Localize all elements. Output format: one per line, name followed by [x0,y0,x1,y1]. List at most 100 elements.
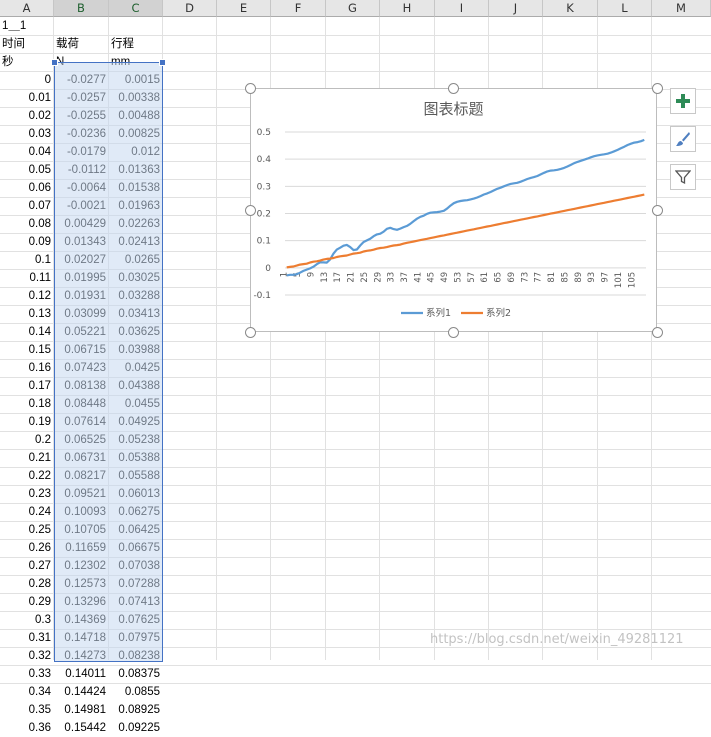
resize-handle-mr[interactable] [652,205,663,216]
x-tick-label: 9 [306,272,316,277]
column-header-c[interactable]: C [109,0,163,17]
cell-a26[interactable]: 0.22 [0,467,54,485]
column-header-g[interactable]: G [326,0,380,17]
cell-a20[interactable]: 0.16 [0,359,54,377]
cell-a33[interactable]: 0.29 [0,593,54,611]
x-tick-label: 41 [413,272,423,283]
column-header-j[interactable]: J [489,0,543,17]
chart-area[interactable]: 图表标题 0.5 0.4 0.3 0.2 0.1 0 -0.1 1 5 9 13 17 21 25 29 33… [250,88,657,332]
cell-a7[interactable]: 0.03 [0,125,54,143]
resize-handle-br[interactable] [652,327,663,338]
x-tick-label: 101 [614,272,624,288]
cell-a40[interactable]: 0.36 [0,719,54,737]
x-tick-label: 93 [587,272,597,283]
cell-a37[interactable]: 0.33 [0,665,54,683]
legend-label-1[interactable]: 系列1 [426,307,451,319]
cell-a6[interactable]: 0.02 [0,107,54,125]
cell-c39[interactable]: 0.08925 [109,701,163,719]
cell-a19[interactable]: 0.15 [0,341,54,359]
resize-handle-tm[interactable] [448,83,459,94]
resize-handle-bl[interactable] [245,327,256,338]
cell-b40[interactable]: 0.15442 [54,719,109,737]
column-header-h[interactable]: H [380,0,435,17]
cell-a23[interactable]: 0.19 [0,413,54,431]
column-header-k[interactable]: K [543,0,598,17]
cell-a25[interactable]: 0.21 [0,449,54,467]
series-line-1[interactable] [286,138,645,277]
y-tick-label: 0.4 [257,155,272,165]
cell-a30[interactable]: 0.26 [0,539,54,557]
selection-right-handle[interactable] [159,59,166,66]
cell-a27[interactable]: 0.23 [0,485,54,503]
x-tick-label: 17 [333,272,343,283]
x-tick-label: 65 [494,272,504,283]
x-tick-label: 89 [574,272,584,283]
selected-range-b-c[interactable] [51,59,166,662]
chart-elements-button[interactable] [670,88,696,114]
y-tick-label: 0.2 [257,210,271,220]
cell-a32[interactable]: 0.28 [0,575,54,593]
cell-a34[interactable]: 0.3 [0,611,54,629]
chart-styles-button[interactable] [670,126,696,152]
cell-c2[interactable]: 行程 [109,35,163,53]
cell-a12[interactable]: 0.08 [0,215,54,233]
cell-a11[interactable]: 0.07 [0,197,54,215]
cell-b39[interactable]: 0.14981 [54,701,109,719]
cell-a13[interactable]: 0.09 [0,233,54,251]
x-tick-label: 49 [440,272,450,283]
cell-a1[interactable]: 1＿1 [0,17,54,35]
grid-vline [216,17,217,660]
resize-handle-tr[interactable] [652,83,663,94]
x-tick-label: 77 [534,272,544,283]
x-tick-label: 33 [387,272,397,283]
cell-c37[interactable]: 0.08375 [109,665,163,683]
chart-filters-button[interactable] [670,164,696,190]
column-header-a[interactable]: A [0,0,54,17]
cell-a3[interactable]: 秒 [0,53,54,71]
cell-a39[interactable]: 0.35 [0,701,54,719]
y-tick-label: 0 [265,264,271,274]
cell-a29[interactable]: 0.25 [0,521,54,539]
cell-a35[interactable]: 0.31 [0,629,54,647]
column-header-m[interactable]: M [652,0,711,17]
cell-a4[interactable]: 0 [0,71,54,89]
cell-c40[interactable]: 0.09225 [109,719,163,737]
cell-a14[interactable]: 0.1 [0,251,54,269]
resize-handle-tl[interactable] [245,83,256,94]
cell-a2[interactable]: 时间 [0,35,54,53]
column-header-i[interactable]: I [435,0,489,17]
brush-icon [676,132,690,146]
x-tick-label: 37 [400,272,410,283]
line-chart: 0.50.40.30.20.10-0.11 5 9 13 17 21 25 29 33 37 41 4… [253,128,646,319]
cell-a21[interactable]: 0.17 [0,377,54,395]
cell-b37[interactable]: 0.14011 [54,665,109,683]
resize-handle-bm[interactable] [448,327,459,338]
filter-icon [675,170,691,185]
cell-a36[interactable]: 0.32 [0,647,54,665]
cell-b2[interactable]: 载荷 [54,35,109,53]
cell-a24[interactable]: 0.2 [0,431,54,449]
cell-a31[interactable]: 0.27 [0,557,54,575]
column-header-d[interactable]: D [163,0,217,17]
cell-a16[interactable]: 0.12 [0,287,54,305]
selection-top-handle[interactable] [51,59,58,66]
column-header-b[interactable]: B [54,0,109,17]
cell-a10[interactable]: 0.06 [0,179,54,197]
cell-a15[interactable]: 0.11 [0,269,54,287]
cell-b38[interactable]: 0.14424 [54,683,109,701]
column-header-e[interactable]: E [217,0,271,17]
resize-handle-ml[interactable] [245,205,256,216]
cell-a22[interactable]: 0.18 [0,395,54,413]
cell-a9[interactable]: 0.05 [0,161,54,179]
cell-a17[interactable]: 0.13 [0,305,54,323]
column-header-f[interactable]: F [271,0,326,17]
cell-a18[interactable]: 0.14 [0,323,54,341]
cell-a38[interactable]: 0.34 [0,683,54,701]
cell-a5[interactable]: 0.01 [0,89,54,107]
column-header-l[interactable]: L [598,0,652,17]
cell-a28[interactable]: 0.24 [0,503,54,521]
cell-a8[interactable]: 0.04 [0,143,54,161]
series-line-2[interactable] [286,193,645,269]
legend-label-2[interactable]: 系列2 [486,307,511,319]
cell-c38[interactable]: 0.0855 [109,683,163,701]
